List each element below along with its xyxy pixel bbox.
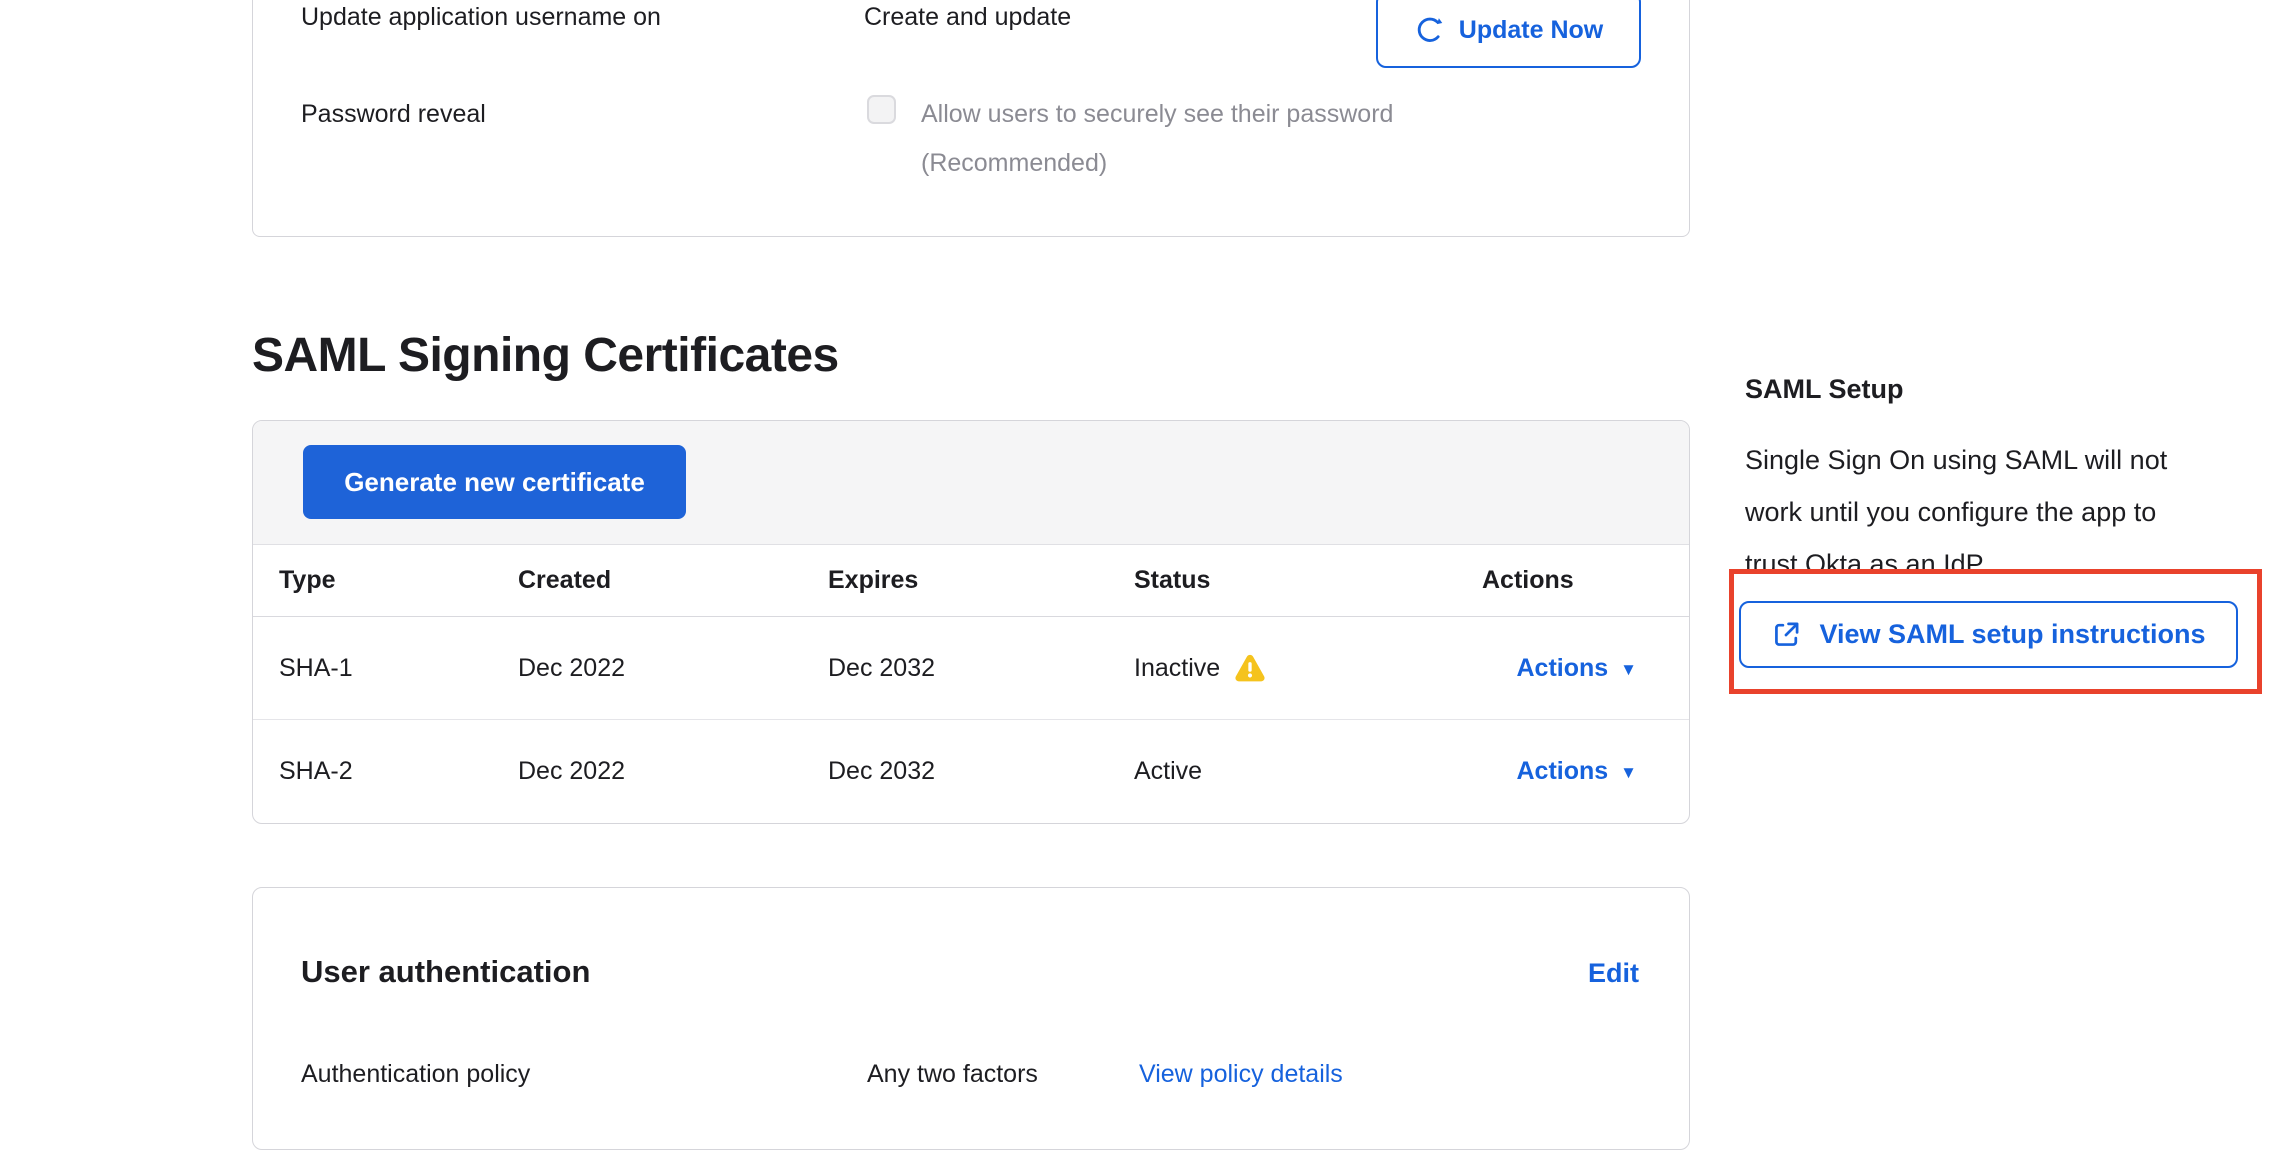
column-header-type: Type <box>279 566 518 595</box>
actions-label: Actions <box>1516 757 1608 786</box>
cert-status: Inactive <box>1134 654 1220 683</box>
warning-icon <box>1234 653 1266 683</box>
page: Update application username on Create an… <box>0 0 2279 1158</box>
caret-down-icon: ▼ <box>1620 661 1637 678</box>
password-reveal-label: Password reveal <box>301 100 486 129</box>
saml-setup-title: SAML Setup <box>1745 374 1904 405</box>
saml-setup-description-line: trust Okta as an IdP. <box>1745 538 2167 590</box>
caret-down-icon: ▼ <box>1620 764 1637 781</box>
user-authentication-panel: User authentication Edit Authentication … <box>252 887 1690 1150</box>
cert-created: Dec 2022 <box>518 654 828 683</box>
password-reveal-checkbox[interactable] <box>867 95 896 124</box>
external-link-icon <box>1771 619 1802 650</box>
generate-certificate-button[interactable]: Generate new certificate <box>303 445 686 519</box>
certificates-toolbar: Generate new certificate <box>253 421 1689 545</box>
authentication-policy-value: Any two factors <box>867 1060 1038 1089</box>
update-now-label: Update Now <box>1459 16 1603 45</box>
column-header-actions: Actions <box>1482 566 1689 595</box>
actions-dropdown[interactable]: Actions ▼ <box>1516 757 1637 786</box>
cert-created: Dec 2022 <box>518 757 828 786</box>
certificates-panel: Generate new certificate Type Created Ex… <box>252 420 1690 824</box>
password-reveal-description: Allow users to securely see their passwo… <box>921 100 1393 129</box>
refresh-icon <box>1414 15 1444 45</box>
update-now-button[interactable]: Update Now <box>1376 0 1641 68</box>
column-header-created: Created <box>518 566 828 595</box>
view-saml-setup-instructions-label: View SAML setup instructions <box>1819 619 2205 650</box>
table-row: SHA-2 Dec 2022 Dec 2032 Active Actions ▼ <box>253 720 1689 823</box>
username-update-label: Update application username on <box>301 3 661 32</box>
column-header-expires: Expires <box>828 566 1134 595</box>
view-saml-setup-instructions-button[interactable]: View SAML setup instructions <box>1739 601 2238 668</box>
table-row: SHA-1 Dec 2022 Dec 2032 Inactive Actions… <box>253 617 1689 720</box>
cert-type: SHA-1 <box>279 654 518 683</box>
view-policy-details-link[interactable]: View policy details <box>1139 1060 1343 1089</box>
cert-status: Active <box>1134 757 1202 786</box>
app-settings-panel: Update application username on Create an… <box>252 0 1690 237</box>
actions-dropdown[interactable]: Actions ▼ <box>1516 654 1637 683</box>
password-reveal-recommended: (Recommended) <box>921 149 1107 178</box>
cert-expires: Dec 2032 <box>828 654 1134 683</box>
user-authentication-title: User authentication <box>301 954 590 990</box>
column-header-status: Status <box>1134 566 1482 595</box>
certificates-table-header: Type Created Expires Status Actions <box>253 545 1689 617</box>
cert-type: SHA-2 <box>279 757 518 786</box>
saml-setup-description-line: work until you configure the app to <box>1745 486 2167 538</box>
page-title: SAML Signing Certificates <box>252 328 839 384</box>
saml-setup-description: Single Sign On using SAML will not work … <box>1745 434 2167 590</box>
edit-link[interactable]: Edit <box>1588 958 1639 989</box>
cert-expires: Dec 2032 <box>828 757 1134 786</box>
saml-setup-description-line: Single Sign On using SAML will not <box>1745 434 2167 486</box>
username-update-value: Create and update <box>864 3 1071 32</box>
actions-label: Actions <box>1516 654 1608 683</box>
authentication-policy-label: Authentication policy <box>301 1060 530 1089</box>
